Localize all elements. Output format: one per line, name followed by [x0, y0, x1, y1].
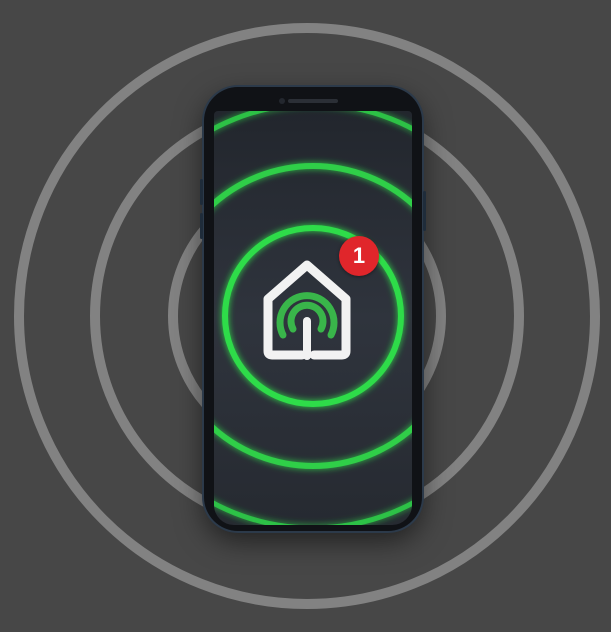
volume-up-button: [200, 179, 203, 205]
notification-badge: 1: [339, 236, 379, 276]
smart-home-wifi-icon: [263, 260, 351, 360]
volume-down-button: [200, 213, 203, 239]
front-camera: [279, 98, 285, 104]
earpiece-speaker: [288, 99, 338, 103]
power-button: [423, 191, 426, 231]
notification-count: 1: [352, 243, 366, 268]
illustration: 1: [0, 0, 611, 632]
